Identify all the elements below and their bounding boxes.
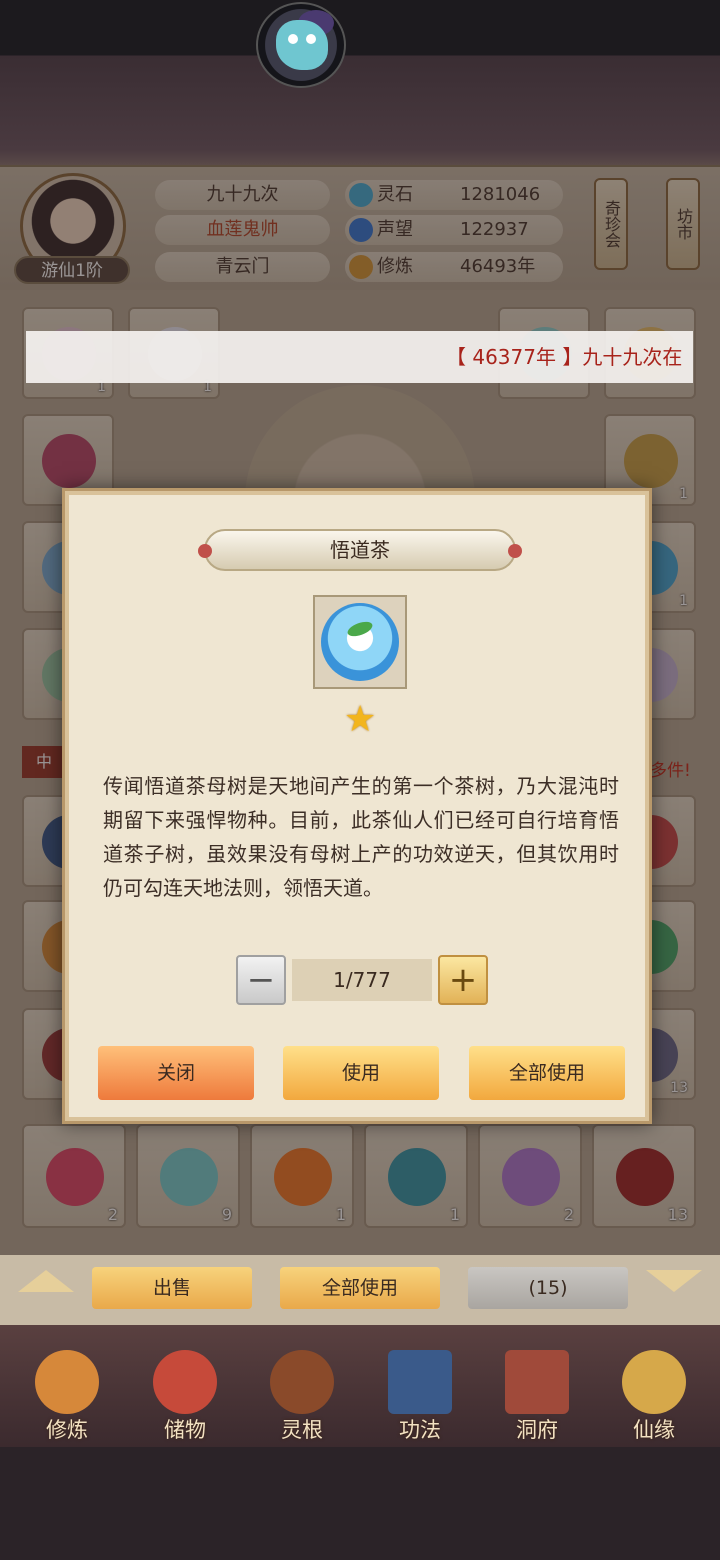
use-button[interactable]: 使用 bbox=[283, 1046, 439, 1100]
nav-label: 储物 bbox=[164, 1418, 206, 1442]
nav-storage[interactable]: 储物 bbox=[135, 1340, 235, 1450]
technique-book-icon bbox=[388, 1350, 452, 1414]
nav-technique[interactable]: 功法 bbox=[370, 1340, 470, 1450]
mascot-eye bbox=[288, 34, 298, 44]
banner-knob-left bbox=[198, 544, 212, 558]
nav-label: 洞府 bbox=[516, 1418, 558, 1442]
page-up-icon[interactable] bbox=[18, 1270, 74, 1292]
use-all-modal-button[interactable]: 全部使用 bbox=[469, 1046, 625, 1100]
mascot-eye bbox=[306, 34, 316, 44]
nav-label: 仙缘 bbox=[633, 1418, 675, 1442]
spirit-root-icon bbox=[270, 1350, 334, 1414]
cultivate-icon bbox=[35, 1350, 99, 1414]
item-detail-modal: 悟道茶 ★ 传闻悟道茶母树是天地间产生的第一个茶树，乃大混沌时期留下来强悍物种。… bbox=[62, 488, 652, 1124]
nav-label: 灵根 bbox=[281, 1418, 323, 1442]
item-image-frame bbox=[313, 595, 407, 689]
fortune-icon bbox=[622, 1350, 686, 1414]
nav-cave[interactable]: 洞府 bbox=[487, 1340, 587, 1450]
sell-button[interactable]: 出售 bbox=[92, 1267, 252, 1309]
nav-spirit-root[interactable]: 灵根 bbox=[252, 1340, 352, 1450]
footer-area bbox=[0, 1447, 720, 1560]
item-description: 传闻悟道茶母树是天地间产生的第一个茶树，乃大混沌时期留下来强悍物种。目前，此茶仙… bbox=[103, 774, 619, 900]
page-down-icon[interactable] bbox=[646, 1270, 702, 1292]
nav-label: 修炼 bbox=[46, 1418, 88, 1442]
announcement-marquee: 【 46377年 】九十九次在 bbox=[26, 331, 693, 383]
storage-bag-icon bbox=[153, 1350, 217, 1414]
nav-cultivate[interactable]: 修炼 bbox=[17, 1340, 117, 1450]
decrease-button[interactable]: − bbox=[236, 955, 286, 1005]
use-all-button[interactable]: 全部使用 bbox=[280, 1267, 440, 1309]
mascot-face bbox=[276, 20, 328, 70]
cave-dwelling-icon bbox=[505, 1350, 569, 1414]
item-count-display: (15) bbox=[468, 1267, 628, 1309]
banner-knob-right bbox=[508, 544, 522, 558]
mascot-logo-icon[interactable] bbox=[256, 2, 346, 88]
marquee-text: 【 46377年 】九十九次在 bbox=[446, 345, 683, 369]
nav-label: 功法 bbox=[399, 1418, 441, 1442]
modal-title-banner: 悟道茶 bbox=[198, 529, 522, 571]
modal-title: 悟道茶 bbox=[330, 538, 390, 562]
star-rating-icon: ★ bbox=[344, 699, 377, 740]
increase-button[interactable]: + bbox=[438, 955, 488, 1005]
tea-cup-icon bbox=[321, 603, 399, 681]
close-button[interactable]: 关闭 bbox=[98, 1046, 254, 1100]
quantity-value[interactable]: 1/777 bbox=[292, 959, 432, 1001]
nav-fortune[interactable]: 仙缘 bbox=[604, 1340, 704, 1450]
quantity-stepper: − 1/777 + bbox=[236, 955, 488, 1007]
top-bar bbox=[0, 0, 720, 165]
